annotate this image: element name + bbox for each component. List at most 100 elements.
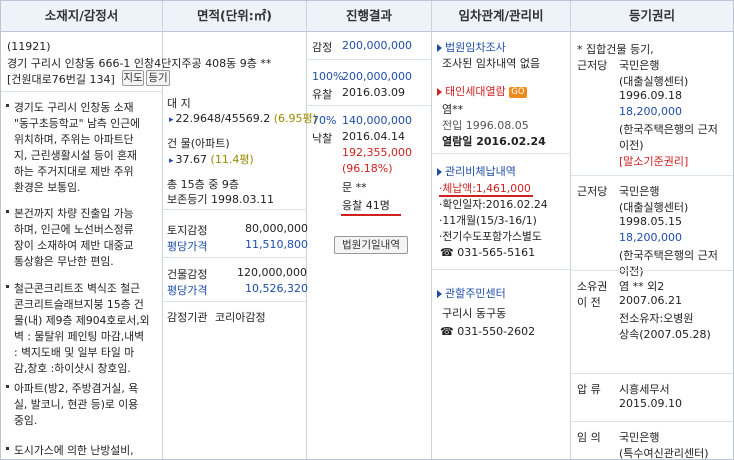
resident-viewed-date: 열람일 2016.02.24 [442, 135, 546, 148]
note-line: 위치하며, 주위는 아파트단 [14, 133, 134, 146]
registry-type-label: 압 류 [577, 383, 601, 396]
divider [163, 301, 306, 302]
agency-value: 코리아감정 [215, 311, 266, 324]
resident-lookup[interactable]: 태인세대열람 GO [437, 83, 527, 99]
resident-movein: 전입 1996.08.05 [442, 119, 529, 132]
bidder-count: 응찰 41명 [342, 199, 390, 212]
registry-detail: 1998.05.15 [619, 215, 682, 228]
preservation-registry: 보존등기 1998.03.11 [167, 193, 274, 206]
land-unit-value: 11,510,800 [245, 238, 308, 251]
divider [163, 209, 306, 210]
road-address: [건원대로76번길 134] [7, 73, 115, 86]
triangle-icon [437, 44, 442, 52]
community-center-phone: ☎ 031-550-2602 [440, 325, 536, 338]
registry-detail: 2007.06.21 [619, 294, 682, 307]
divider [307, 59, 431, 60]
registry-title: * 집합건물 등기, [577, 43, 654, 56]
go-badge[interactable]: GO [509, 86, 527, 98]
registry-detail: 1996.09.18 [619, 89, 682, 102]
bullet-icon [6, 447, 9, 450]
appraisal-label: 감정 [312, 41, 333, 54]
arrears-item: ·전기수도포함가스별도 [439, 230, 542, 243]
note-line: 중임. [14, 414, 38, 427]
land-area: ▸ 22.9648/45569.2 (6.95평) [169, 112, 317, 125]
management-fee-arrears[interactable]: 관리비체납내역 [437, 163, 516, 179]
triangle-icon [437, 290, 442, 298]
floor-info: 총 15층 중 9층 [167, 178, 239, 191]
col-divider [570, 1, 571, 459]
sale-price: 192,355,000 [342, 146, 412, 159]
building-unit-value: 10,526,320 [245, 282, 308, 295]
map-button[interactable]: 지도 [122, 70, 144, 86]
appraisal-value: 200,000,000 [342, 39, 412, 52]
note-line: 통상황은 무난한 편임. [14, 255, 114, 268]
registry-detail: (한국주택은행의 근저 [619, 249, 718, 262]
registry-detail: 이전) [619, 139, 644, 152]
registry-detail: 염 ** 외2 [619, 280, 665, 293]
registry-detail: 상속(2007.05.28) [619, 328, 711, 341]
sale-rate: (96.18%) [342, 162, 393, 175]
registry-type-label: 소유권 [577, 280, 608, 293]
header-location: 소재지/감정서 [1, 1, 162, 32]
registry-detail: 시흥세무서 [619, 383, 670, 396]
court-tenant-survey[interactable]: 법원임차조사 [437, 39, 506, 55]
note-line: 벽 : 물탈위 페인팅 마감,내벽 [14, 330, 145, 343]
land-appraisal-value: 80,000,000 [245, 222, 308, 235]
note-line: 장이 소재하여 제반 대중교 [14, 239, 134, 252]
bullet-icon [6, 385, 9, 388]
registry-detail: (대출실행센터) [619, 75, 689, 88]
bullet-icon [6, 104, 9, 107]
note-line: "동구초등학교" 남측 인근에 [14, 117, 141, 130]
divider [1, 91, 162, 92]
phone-icon: ☎ [440, 325, 454, 338]
address: 경기 구리시 인창동 666-1 인창4단지주공 408동 9층 ** [7, 57, 272, 70]
court-schedule-button[interactable]: 법원기일내역 [334, 236, 408, 254]
registry-type-label: 이 전 [577, 296, 601, 309]
divider [163, 257, 306, 258]
round2-date: 2016.04.14 [342, 130, 405, 143]
note-line: 지, 근린생활시설 등이 혼재 [14, 149, 137, 162]
col-divider [431, 1, 432, 459]
note-line: 철근콘크리트조 벽식조 철근 [14, 282, 141, 295]
divider [571, 421, 733, 422]
case-number: (11921) [7, 40, 51, 53]
land-label: 대 지 [167, 97, 191, 110]
triangle-icon [437, 88, 442, 96]
round2-price: 140,000,000 [342, 114, 412, 127]
round2-result: 낙찰 [312, 132, 333, 145]
triangle-icon [437, 168, 442, 176]
header-progress: 진행결과 [307, 1, 431, 32]
registry-detail: 전소유자:오병원 [619, 312, 694, 325]
building-appraisal-value: 120,000,000 [237, 266, 307, 279]
note-line: 실, 발코니, 현관 등)로 이용 [14, 398, 139, 411]
bullet-icon [6, 210, 9, 213]
bidders-underline [341, 214, 401, 216]
court-tenant-result: 조사된 임차내역 없음 [442, 57, 541, 70]
divider [307, 105, 431, 106]
note-line: : 벽지도배 및 일부 타일 마 [14, 346, 135, 359]
registry-button[interactable]: 등기 [146, 70, 170, 86]
round1-price: 200,000,000 [342, 70, 412, 83]
registry-detail: 국민은행 [619, 185, 660, 198]
divider [432, 269, 570, 270]
agency-label: 감정기관 [167, 311, 208, 324]
round2-percent: 70% [312, 114, 337, 127]
land-appraisal-label: 토지감정 [167, 224, 208, 237]
bullet-icon [6, 285, 9, 288]
community-center-name: 구리시 동구동 [442, 307, 507, 320]
arrears-item: ·11개월(15/3-16/1) [439, 214, 537, 227]
note-line: 아파트(방2, 주방겸거실, 욕 [14, 382, 139, 395]
community-center[interactable]: 관할주민센터 [437, 285, 506, 301]
auction-detail-table: 소재지/감정서 면적(단위:㎡) 진행결과 임차관계/관리비 등기권리 (119… [0, 0, 734, 460]
registry-detail: [말소기준권리] [619, 155, 689, 168]
arrears-item: ·확인일자:2016.02.24 [439, 198, 548, 211]
round1-result: 유찰 [312, 88, 333, 101]
divider [571, 373, 733, 374]
arrow-icon: ▸ [169, 156, 174, 166]
registry-detail: (한국주택은행의 근저 [619, 123, 718, 136]
registry-detail: 18,200,000 [619, 105, 682, 118]
registry-detail: 2015.09.10 [619, 397, 682, 410]
note-line: 본건까지 차량 진출입 가능 [14, 207, 134, 220]
header-area: 면적(단위:㎡) [163, 1, 306, 32]
arrears-underline [439, 195, 533, 197]
